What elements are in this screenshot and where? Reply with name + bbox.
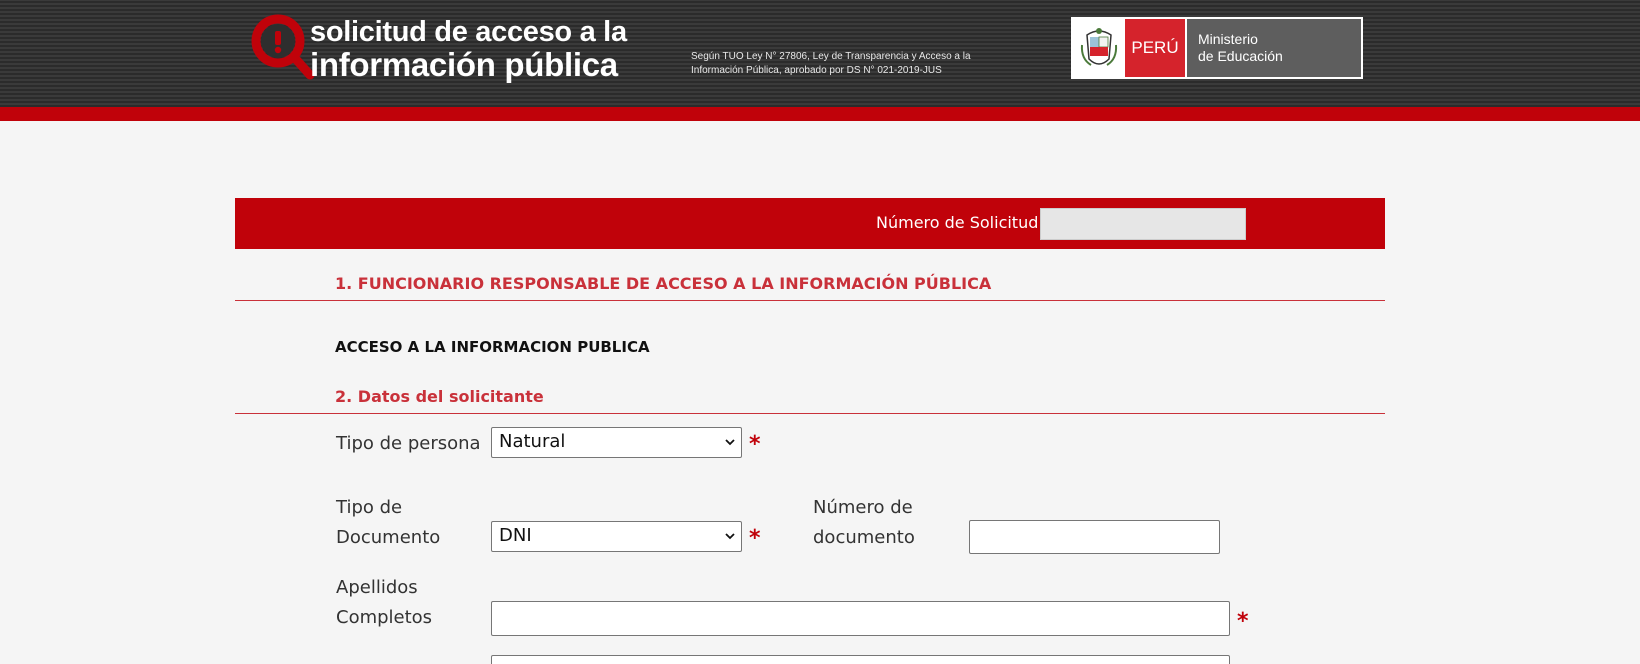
- doc-type-value: DNI: [499, 525, 532, 546]
- header-red-stripe: [0, 107, 1640, 121]
- chevron-down-icon: [725, 533, 735, 540]
- person-type-value: Natural: [499, 431, 566, 452]
- section-1-divider: [235, 300, 1385, 301]
- required-asterisk: *: [749, 432, 761, 457]
- peru-coat-of-arms-icon: [1073, 19, 1125, 77]
- surnames-input[interactable]: [491, 601, 1230, 636]
- ministry-line-1: Ministerio: [1198, 31, 1258, 47]
- surnames-label-line-2: Completos: [336, 607, 433, 628]
- ministry-line-2: de Educación: [1198, 48, 1283, 64]
- law-reference: Según TUO Ley N° 27806, Ley de Transpare…: [691, 51, 971, 76]
- doc-type-select[interactable]: DNI: [491, 521, 742, 552]
- doc-number-label-line-1: Número de: [813, 497, 913, 518]
- responsible-official: ACCESO A LA INFORMACION PUBLICA: [335, 338, 650, 356]
- logo-line-2: información pública: [310, 46, 618, 83]
- doc-number-label: Número de documento: [813, 493, 915, 553]
- names-input[interactable]: [491, 655, 1230, 664]
- minedu-peru-label: PERÚ: [1125, 19, 1185, 77]
- minedu-logo[interactable]: PERÚ Ministerio de Educación: [1071, 17, 1363, 79]
- person-type-label: Tipo de persona: [336, 433, 481, 454]
- site-logo-text[interactable]: solicitud de acceso a la información púb…: [310, 16, 627, 82]
- doc-type-label-line-2: Documento: [336, 527, 441, 548]
- request-number-bar: Número de Solicitud: [235, 198, 1385, 249]
- required-asterisk: *: [1237, 609, 1249, 634]
- doc-type-label-line-1: Tipo de: [336, 497, 403, 518]
- surnames-label: Apellidos Completos: [336, 573, 432, 633]
- doc-number-label-line-2: documento: [813, 527, 915, 548]
- section-2-divider: [235, 413, 1385, 414]
- surnames-label-line-1: Apellidos: [336, 577, 418, 598]
- chevron-down-icon: [725, 439, 735, 446]
- minedu-ministry-label: Ministerio de Educación: [1185, 19, 1361, 77]
- request-number-field: [1040, 208, 1246, 240]
- section-1-title: 1. FUNCIONARIO RESPONSABLE DE ACCESO A L…: [335, 274, 992, 293]
- logo-line-1: solicitud de acceso a la: [310, 16, 627, 48]
- request-number-label: Número de Solicitud: [876, 213, 1039, 232]
- doc-type-label: Tipo de Documento: [336, 493, 440, 553]
- required-asterisk: *: [749, 526, 761, 551]
- person-type-select[interactable]: Natural: [491, 427, 742, 458]
- section-2-title: 2. Datos del solicitante: [335, 387, 544, 406]
- doc-number-input[interactable]: [969, 520, 1220, 554]
